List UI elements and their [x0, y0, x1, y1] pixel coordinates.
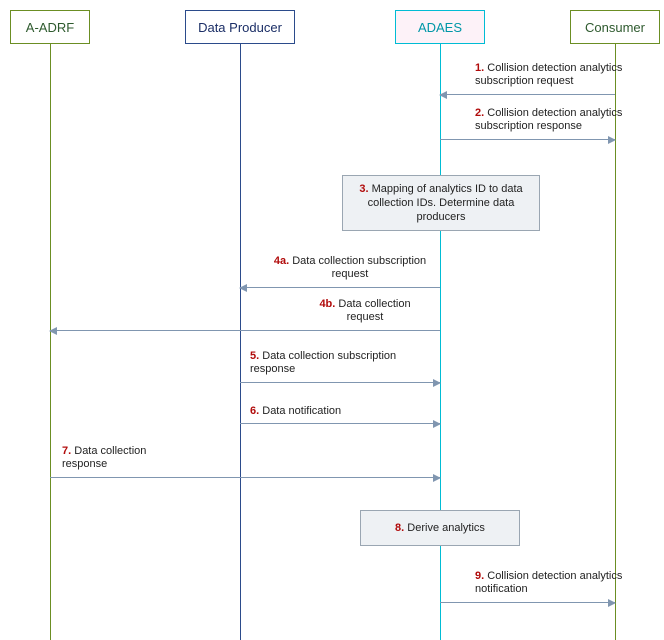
actor-a-adrf-label: A-ADRF [26, 20, 74, 35]
msg-5-label: 5. Data collection subscription response [250, 350, 430, 376]
lifeline-consumer [615, 44, 616, 640]
msg-7-label: 7. Data collection response [62, 445, 182, 471]
arrow-right-icon [608, 136, 616, 144]
msg-4a-label: 4a. Data collection subscription request [270, 255, 430, 281]
msg-9-arrow [440, 602, 615, 604]
msg-6-label: 6. Data notification [250, 405, 341, 418]
actor-adaes: ADAES [395, 10, 485, 44]
msg-4b-arrow [50, 330, 440, 332]
msg-4b-label: 4b. Data collection request [300, 298, 430, 324]
msg-9-label: 9. Collision detection analytics notific… [475, 570, 635, 596]
actor-data-producer: Data Producer [185, 10, 295, 44]
actor-data-producer-label: Data Producer [198, 20, 282, 35]
actor-consumer-label: Consumer [585, 20, 645, 35]
msg-5-arrow [240, 382, 440, 384]
msg-6-arrow [240, 423, 440, 425]
actor-adaes-label: ADAES [418, 20, 462, 35]
msg-7-arrow [50, 477, 440, 479]
lifeline-a-adrf [50, 44, 51, 640]
note-8: 8. Derive analytics [360, 510, 520, 546]
msg-1-label: 1. Collision detection analytics subscri… [475, 62, 635, 88]
arrow-left-icon [239, 284, 247, 292]
arrow-left-icon [49, 327, 57, 335]
msg-2-label: 2. Collision detection analytics subscri… [475, 107, 640, 133]
msg-4a-arrow [240, 287, 440, 289]
actor-consumer: Consumer [570, 10, 660, 44]
arrow-right-icon [433, 379, 441, 387]
lifeline-data-producer [240, 44, 241, 640]
msg-1-arrow [440, 94, 615, 96]
msg-2-arrow [440, 139, 615, 141]
arrow-right-icon [433, 420, 441, 428]
sequence-diagram: A-ADRF Data Producer ADAES Consumer 1. C… [0, 0, 664, 640]
note-3: 3. Mapping of analytics ID to data colle… [342, 175, 540, 231]
arrow-left-icon [439, 91, 447, 99]
actor-a-adrf: A-ADRF [10, 10, 90, 44]
arrow-right-icon [433, 474, 441, 482]
lifeline-adaes [440, 44, 441, 640]
arrow-right-icon [608, 599, 616, 607]
